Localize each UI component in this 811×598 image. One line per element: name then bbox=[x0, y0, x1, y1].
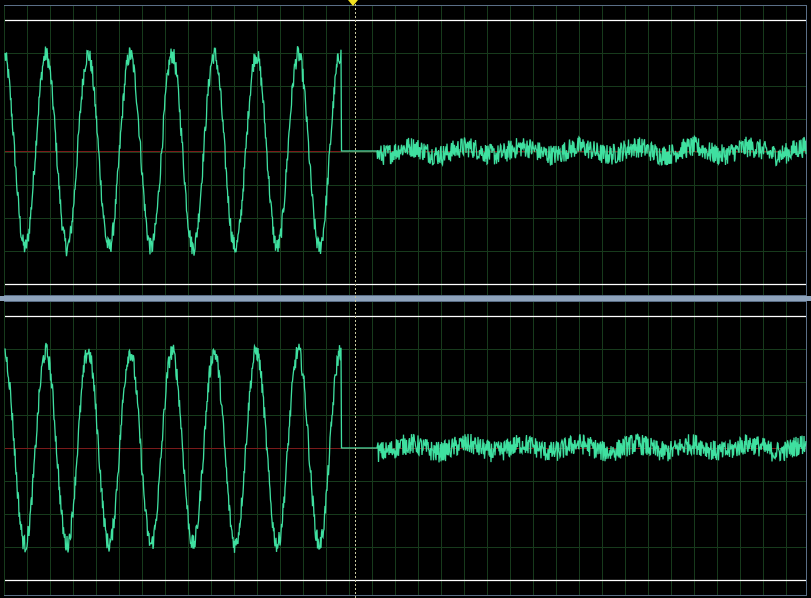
waveform-display[interactable] bbox=[0, 0, 811, 598]
waveform-channel-2[interactable] bbox=[4, 342, 807, 553]
waveform-editor[interactable] bbox=[0, 0, 811, 598]
channel-divider[interactable] bbox=[0, 296, 811, 301]
playhead-handle[interactable] bbox=[350, 0, 358, 598]
